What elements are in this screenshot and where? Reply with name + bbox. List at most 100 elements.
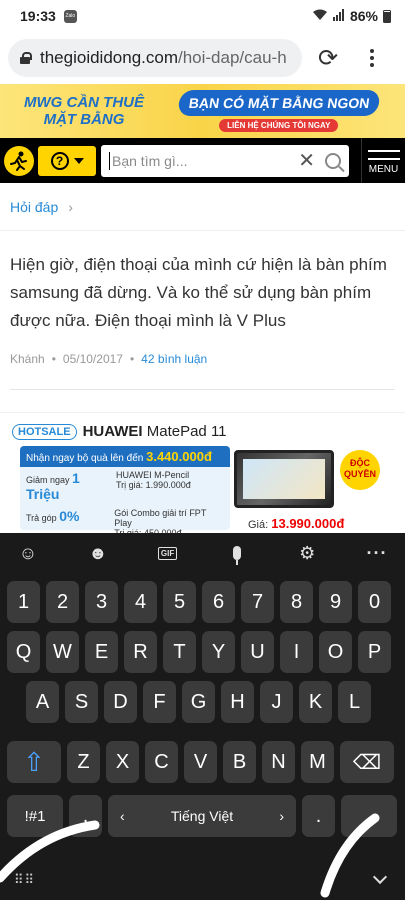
status-right: 86%: [312, 8, 391, 24]
key[interactable]: B: [223, 741, 256, 783]
key[interactable]: 2: [46, 581, 79, 623]
zalo-notification-icon: Zalo: [63, 9, 77, 23]
status-bar: 19:33 Zalo 86%: [0, 0, 405, 32]
key[interactable]: I: [280, 631, 313, 673]
post-date: 05/10/2017: [62, 352, 123, 366]
promo-title: HUAWEI MatePad 11: [83, 423, 227, 440]
pencil-name: HUAWEI M-Pencil: [116, 470, 190, 480]
promo-product: MatePad 11: [146, 423, 227, 440]
site-logo[interactable]: [4, 145, 34, 176]
key[interactable]: H: [221, 681, 254, 723]
status-time: 19:33: [20, 8, 56, 24]
search-icon[interactable]: [325, 152, 341, 169]
exclusive-badge: ĐỘC QUYỀN: [340, 450, 380, 490]
keyboard: ☺ ☻ GIF ⚙ ··· 1 2 3 4 5 6 7 8 9 0 Q W E …: [0, 533, 405, 900]
settings-gear-icon[interactable]: ⚙: [287, 537, 327, 569]
installment-value: 0%: [59, 508, 80, 524]
key[interactable]: J: [260, 681, 293, 723]
symbols-key[interactable]: !#1: [7, 795, 63, 837]
promo-offers: Nhận ngay bộ quà lên đến 3.440.000đ Giảm…: [20, 446, 230, 538]
key[interactable]: W: [46, 631, 79, 673]
hide-keyboard-icon[interactable]: [372, 869, 388, 885]
divider: [10, 389, 395, 390]
battery-icon: [383, 9, 391, 23]
sticker-icon[interactable]: ☻: [78, 537, 118, 569]
shift-key-icon[interactable]: ⇧: [7, 741, 61, 783]
key[interactable]: S: [65, 681, 98, 723]
key[interactable]: X: [106, 741, 139, 783]
key[interactable]: D: [104, 681, 137, 723]
gift-row: Nhận ngay bộ quà lên đến 3.440.000đ: [20, 446, 230, 467]
keyboard-toolbar: ☺ ☻ GIF ⚙ ···: [0, 533, 405, 573]
more-icon[interactable]: ···: [357, 537, 397, 569]
key[interactable]: A: [26, 681, 59, 723]
key[interactable]: E: [85, 631, 118, 673]
key[interactable]: R: [124, 631, 157, 673]
comma-key[interactable]: ,: [69, 795, 102, 837]
discount-label: Giảm ngay: [26, 475, 70, 485]
key[interactable]: L: [338, 681, 371, 723]
key[interactable]: T: [163, 631, 196, 673]
key[interactable]: F: [143, 681, 176, 723]
wifi-icon: [312, 8, 328, 24]
gif-icon[interactable]: GIF: [148, 537, 188, 569]
backspace-key-icon[interactable]: ⌫: [340, 741, 394, 783]
ad-cta[interactable]: LIÊN HỆ CHÚNG TÔI NGAY: [219, 119, 339, 132]
more-options-icon[interactable]: [360, 49, 384, 67]
key[interactable]: C: [145, 741, 178, 783]
key[interactable]: N: [262, 741, 295, 783]
ad-banner-right: BẠN CÓ MẶT BẰNG NGON LIÊN HỆ CHÚNG TÔI N…: [176, 90, 381, 132]
key[interactable]: O: [319, 631, 352, 673]
key[interactable]: 5: [163, 581, 196, 623]
running-man-icon: [10, 151, 27, 171]
lock-icon[interactable]: [20, 52, 32, 64]
key[interactable]: P: [358, 631, 391, 673]
search-placeholder: Bạn tìm gì...: [112, 152, 188, 169]
reload-icon[interactable]: ⟳: [316, 44, 340, 73]
key[interactable]: 1: [7, 581, 40, 623]
keyboard-row-home: A S D F G H J K L: [26, 681, 377, 723]
comments-link[interactable]: 42 bình luận: [141, 352, 207, 366]
key[interactable]: 3: [85, 581, 118, 623]
key[interactable]: 7: [241, 581, 274, 623]
key[interactable]: V: [184, 741, 217, 783]
promo-banner[interactable]: HOTSALE HUAWEI MatePad 11 Nhận ngay bộ q…: [0, 412, 405, 538]
mic-icon[interactable]: [217, 537, 257, 569]
key[interactable]: M: [301, 741, 334, 783]
battery-percent: 86%: [349, 8, 378, 24]
keyboard-switch-icon[interactable]: ⠿⠿: [14, 872, 35, 888]
keyboard-row-space: !#1 , ‹ Tiếng Việt › .: [7, 795, 403, 837]
key[interactable]: U: [241, 631, 274, 673]
key[interactable]: Q: [7, 631, 40, 673]
key[interactable]: 6: [202, 581, 235, 623]
chevron-right-icon: ›: [279, 808, 284, 824]
emoji-icon[interactable]: ☺: [8, 537, 48, 569]
url-bar[interactable]: thegioididong.com/hoi-dap/cau-h: [8, 39, 302, 77]
combo-label: Gói Combo giải trí: [114, 508, 187, 518]
period-key[interactable]: .: [302, 795, 335, 837]
qa-dropdown-button[interactable]: ?: [38, 145, 96, 176]
ad-line1: MWG CẦN THUÊ: [24, 94, 144, 111]
key[interactable]: 8: [280, 581, 313, 623]
site-search-input[interactable]: Bạn tìm gì... ✕: [101, 144, 349, 177]
hotsale-badge: HOTSALE: [12, 423, 77, 440]
key[interactable]: Z: [67, 741, 100, 783]
key[interactable]: G: [182, 681, 215, 723]
ad-banner[interactable]: MWG CẦN THUÊ MẶT BẰNG BẠN CÓ MẶT BẰNG NG…: [0, 84, 405, 138]
clear-icon[interactable]: ✕: [298, 151, 315, 171]
url-path: /hoi-dap/cau-h: [177, 48, 287, 67]
keyboard-nav-bar: ⠿⠿: [0, 860, 405, 900]
tablet-image: [234, 450, 334, 508]
breadcrumb-link[interactable]: Hỏi đáp: [10, 199, 58, 215]
key[interactable]: 9: [319, 581, 352, 623]
space-bar[interactable]: ‹ Tiếng Việt ›: [108, 795, 296, 837]
menu-button[interactable]: MENU: [361, 138, 405, 183]
url-host: thegioididong.com: [40, 48, 178, 67]
promo-header: HOTSALE HUAWEI MatePad 11: [0, 413, 405, 440]
key[interactable]: K: [299, 681, 332, 723]
key[interactable]: 0: [358, 581, 391, 623]
key[interactable]: 4: [124, 581, 157, 623]
enter-key[interactable]: [341, 795, 397, 837]
chevron-left-icon: ‹: [120, 808, 125, 824]
key[interactable]: Y: [202, 631, 235, 673]
